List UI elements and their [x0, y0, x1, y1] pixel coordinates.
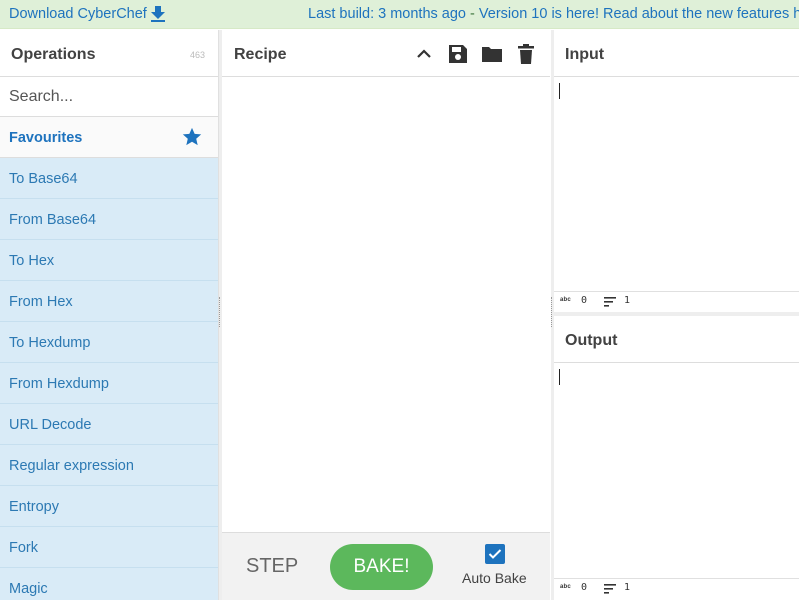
operation-item[interactable]: Fork [0, 527, 218, 568]
auto-bake-label: Auto Bake [462, 570, 527, 586]
recipe-title: Recipe [234, 46, 287, 63]
operation-item[interactable]: Entropy [0, 486, 218, 527]
operation-label: To Hex [9, 253, 55, 269]
io-panel: Input abc 0 1 Output abc 0 1 [554, 30, 799, 600]
operation-item[interactable]: From Hexdump [0, 363, 218, 404]
operation-label: From Base64 [9, 212, 97, 228]
favourites-label: Favourites [9, 130, 83, 146]
length-label: abc [560, 297, 571, 303]
bake-button[interactable]: BAKE! [330, 544, 433, 590]
input-lines: 1 [624, 295, 631, 306]
build-separator: - [466, 6, 479, 22]
input-header: Input [554, 30, 799, 77]
operations-count: 463 [189, 50, 205, 60]
operation-label: From Hexdump [9, 376, 109, 392]
output-header: Output [554, 316, 799, 363]
recipe-header: Recipe [222, 30, 550, 77]
output-title: Output [565, 332, 618, 349]
operation-item[interactable]: Magic [0, 568, 218, 600]
download-icon[interactable] [150, 5, 166, 23]
recipe-panel: Recipe STEP BAKE! Auto Bake [222, 30, 550, 600]
lines-icon [604, 584, 616, 594]
output-lines: 1 [624, 582, 631, 593]
operation-label: Entropy [9, 499, 59, 515]
operation-item[interactable]: To Hex [0, 240, 218, 281]
output-status-bar: abc 0 1 [554, 578, 799, 599]
input-pane: Input abc 0 1 [554, 30, 799, 312]
auto-bake-checkbox[interactable] [485, 544, 505, 564]
save-icon[interactable] [447, 43, 469, 65]
operation-label: Fork [9, 540, 38, 556]
operation-label: To Base64 [9, 171, 78, 187]
operation-item[interactable]: To Hexdump [0, 322, 218, 363]
version-news-link[interactable]: Version 10 is here! Read about the new f… [479, 6, 799, 22]
check-icon [488, 549, 502, 559]
operations-header: Operations 463 [0, 30, 218, 77]
operation-item[interactable]: Regular expression [0, 445, 218, 486]
input-title: Input [565, 46, 605, 63]
operation-label: Magic [9, 581, 48, 597]
output-pane: Output abc 0 1 [554, 316, 799, 600]
operations-title: Operations [11, 46, 96, 63]
search-input[interactable] [0, 78, 218, 117]
operation-item[interactable]: To Base64 [0, 158, 218, 199]
chevron-up-icon[interactable] [413, 43, 435, 65]
operations-panel: Operations 463 Favourites To Base64 From… [0, 30, 219, 600]
operation-list: To Base64 From Base64 To Hex From Hex To… [0, 158, 218, 600]
output-caret [559, 369, 560, 385]
operation-label: Regular expression [9, 458, 134, 474]
operation-item[interactable]: From Base64 [0, 199, 218, 240]
bake-controls: STEP BAKE! Auto Bake [222, 532, 550, 600]
folder-icon[interactable] [481, 43, 503, 65]
length-label: abc [560, 584, 571, 590]
build-info: Last build: 3 months ago - Version 10 is… [308, 6, 799, 22]
last-build-link[interactable]: Last build: 3 months ago [308, 6, 466, 22]
operation-label: URL Decode [9, 417, 92, 433]
step-button[interactable]: STEP [246, 555, 298, 578]
operation-item[interactable]: From Hex [0, 281, 218, 322]
operation-label: From Hex [9, 294, 73, 310]
recipe-drop-area[interactable] [222, 78, 550, 532]
star-icon[interactable] [181, 126, 203, 148]
lines-icon [604, 297, 616, 307]
input-length: 0 [581, 295, 588, 306]
trash-icon[interactable] [515, 43, 537, 65]
favourites-category[interactable]: Favourites [0, 117, 218, 158]
operation-label: To Hexdump [9, 335, 91, 351]
output-length: 0 [581, 582, 588, 593]
input-textarea[interactable] [554, 78, 799, 291]
input-caret [559, 83, 560, 99]
operation-item[interactable]: URL Decode [0, 404, 218, 445]
top-banner: Download CyberChef Last build: 3 months … [0, 0, 799, 29]
download-link[interactable]: Download CyberChef [9, 6, 147, 22]
output-textarea[interactable] [554, 364, 799, 578]
input-status-bar: abc 0 1 [554, 291, 799, 312]
